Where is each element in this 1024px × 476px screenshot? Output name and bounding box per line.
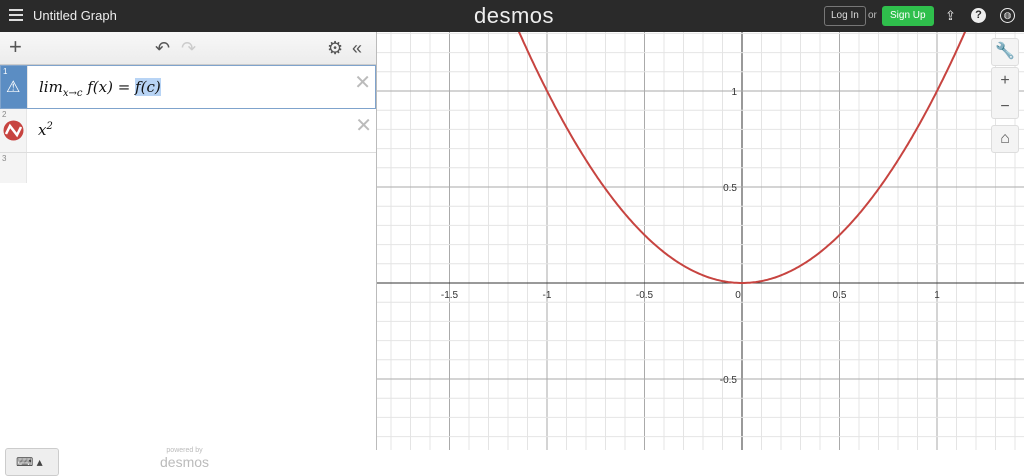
expression-row[interactable]: 2 x2 ✕ — [0, 109, 376, 153]
expression-row[interactable]: 1 ⚠ limx→c f(x) = f(c) ✕ — [0, 65, 376, 109]
menu-icon[interactable] — [9, 9, 23, 21]
top-bar: Untitled Graph desmos Log In or Sign Up … — [0, 0, 1024, 32]
signup-button[interactable]: Sign Up — [882, 6, 934, 26]
y-tick-label: -0.5 — [720, 375, 738, 386]
desmos-logo: desmos — [474, 3, 555, 28]
graph-color-icon[interactable] — [3, 120, 24, 141]
warning-icon: ⚠ — [6, 79, 21, 96]
x-tick-label: -1 — [543, 290, 552, 301]
graph-canvas[interactable]: -1.5 -1 -0.5 0 0.5 1 1 0.5 -0.5 — [377, 32, 1024, 450]
parabola-curve — [517, 32, 967, 284]
keyboard-toggle-button[interactable]: ⌨ ▴ — [5, 448, 59, 476]
expression-panel: + ↶ ↷ ⚙ « 1 ⚠ limx→c f(x) = f(c) ✕ 2 x2 … — [0, 32, 377, 476]
expression-input[interactable]: limx→c f(x) = f(c) — [39, 78, 161, 99]
login-button[interactable]: Log In — [824, 6, 866, 26]
home-icon[interactable]: ⌂ — [991, 125, 1019, 153]
zoom-controls: + − — [991, 67, 1019, 119]
expression-input[interactable]: x2 — [38, 121, 53, 139]
graph-title[interactable]: Untitled Graph — [33, 8, 117, 23]
redo-icon[interactable]: ↷ — [181, 38, 196, 59]
x-tick-label: -1.5 — [441, 290, 459, 301]
x-tick-label: -0.5 — [636, 290, 654, 301]
y-tick-label: 1 — [731, 87, 737, 98]
y-tick-label: 0.5 — [723, 183, 737, 194]
zoom-in-icon[interactable]: + — [992, 68, 1018, 94]
delete-expression-icon[interactable]: ✕ — [354, 70, 371, 95]
delete-expression-icon[interactable]: ✕ — [355, 113, 372, 138]
powered-by-desmos: powered by desmos — [160, 447, 210, 470]
zoom-out-icon[interactable]: − — [992, 94, 1018, 120]
x-tick-label: 0.5 — [833, 290, 847, 301]
undo-icon[interactable]: ↶ — [155, 38, 170, 59]
expression-toolbar: + ↶ ↷ ⚙ « — [0, 32, 376, 65]
help-icon[interactable]: ? — [971, 8, 986, 23]
settings-icon[interactable]: ⚙ — [327, 38, 343, 59]
add-icon[interactable]: + — [9, 34, 22, 60]
or-label: or — [868, 10, 877, 21]
x-tick-label: 1 — [934, 290, 940, 301]
graph-settings-wrench-icon[interactable]: 🔧 — [991, 38, 1019, 66]
x-tick-label: 0 — [735, 290, 741, 301]
globe-icon[interactable]: ◍ — [1000, 8, 1015, 23]
share-icon[interactable]: ⇪ — [943, 8, 958, 23]
expression-row-empty[interactable]: 3 — [0, 153, 376, 183]
collapse-icon[interactable]: « — [352, 38, 362, 59]
